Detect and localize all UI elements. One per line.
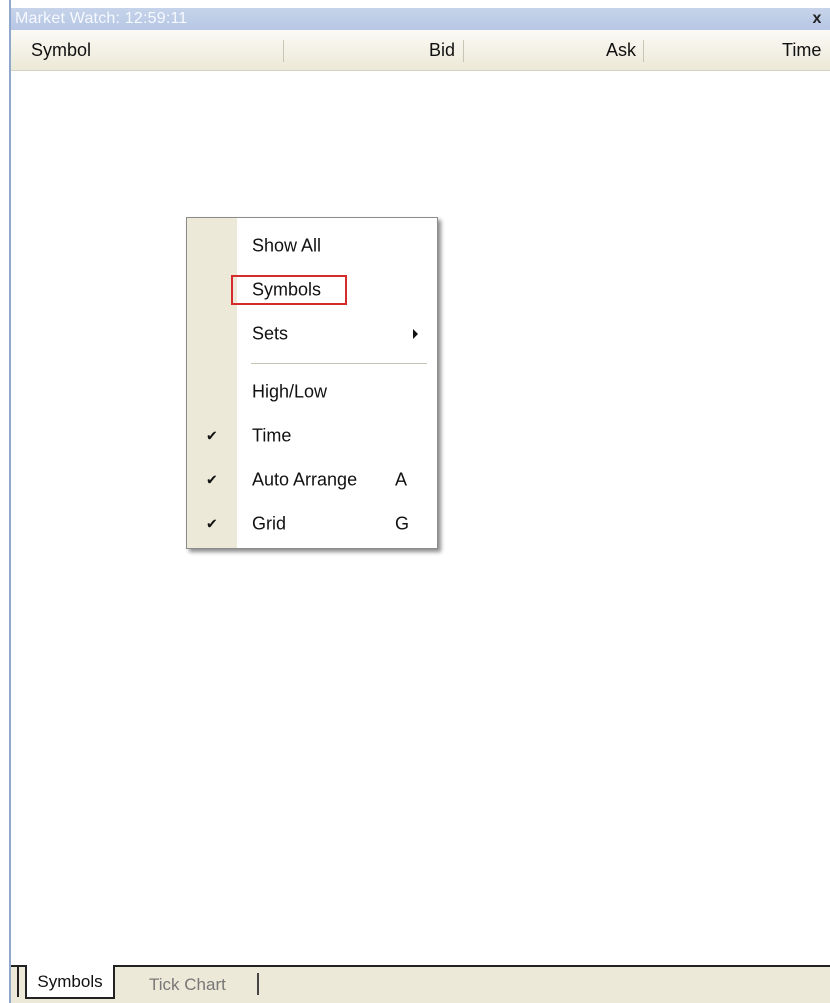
tab-separator — [257, 973, 259, 995]
column-header-symbol[interactable]: Symbol — [31, 30, 91, 70]
column-header: Symbol Bid Ask Time — [11, 30, 830, 71]
column-header-time[interactable]: Time — [782, 30, 821, 70]
close-icon[interactable]: x — [808, 9, 826, 29]
title-bar[interactable]: Market Watch: 12:59:11 x — [11, 8, 830, 30]
menu-item-show-all[interactable]: Show All — [187, 226, 437, 266]
menu-item-label: Show All — [252, 235, 322, 256]
submenu-arrow-icon — [413, 329, 418, 339]
menu-item-shortcut: G — [395, 513, 410, 534]
menu-item-sets[interactable]: Sets — [187, 314, 437, 354]
context-menu: Show All Symbols Sets High/Low ✔ Time ✔ … — [186, 217, 438, 549]
highlight-box — [231, 275, 347, 305]
tab-tick-chart[interactable]: Tick Chart — [149, 969, 226, 1001]
checkmark-icon: ✔ — [206, 515, 218, 532]
window-title: Market Watch: 12:59:11 — [15, 10, 188, 27]
menu-item-shortcut: A — [395, 469, 408, 490]
tab-symbols[interactable]: Symbols — [25, 965, 115, 999]
menu-item-label: Grid — [252, 513, 287, 534]
menu-item-symbols[interactable]: Symbols — [187, 270, 437, 310]
menu-item-auto-arrange[interactable]: ✔ Auto Arrange A — [187, 460, 437, 500]
column-divider[interactable] — [283, 40, 284, 62]
menu-item-time[interactable]: ✔ Time — [187, 416, 437, 456]
tab-bar-edge — [17, 967, 19, 997]
menu-item-label: High/Low — [252, 381, 328, 402]
column-header-bid[interactable]: Bid — [429, 30, 455, 70]
menu-item-label: Time — [252, 425, 292, 446]
menu-item-label: Sets — [252, 323, 289, 344]
checkmark-icon: ✔ — [206, 471, 218, 488]
market-watch-window: Market Watch: 12:59:11 x Symbol Bid Ask … — [0, 0, 830, 1003]
window-left-border — [9, 0, 11, 1003]
menu-separator — [251, 363, 427, 364]
menu-item-label: Auto Arrange — [252, 469, 358, 490]
menu-item-high-low[interactable]: High/Low — [187, 372, 437, 412]
tab-bar: Symbols Tick Chart — [11, 965, 830, 1003]
checkmark-icon: ✔ — [206, 427, 218, 444]
column-divider[interactable] — [643, 40, 644, 62]
column-divider[interactable] — [463, 40, 464, 62]
column-header-ask[interactable]: Ask — [606, 30, 636, 70]
menu-item-grid[interactable]: ✔ Grid G — [187, 504, 437, 544]
